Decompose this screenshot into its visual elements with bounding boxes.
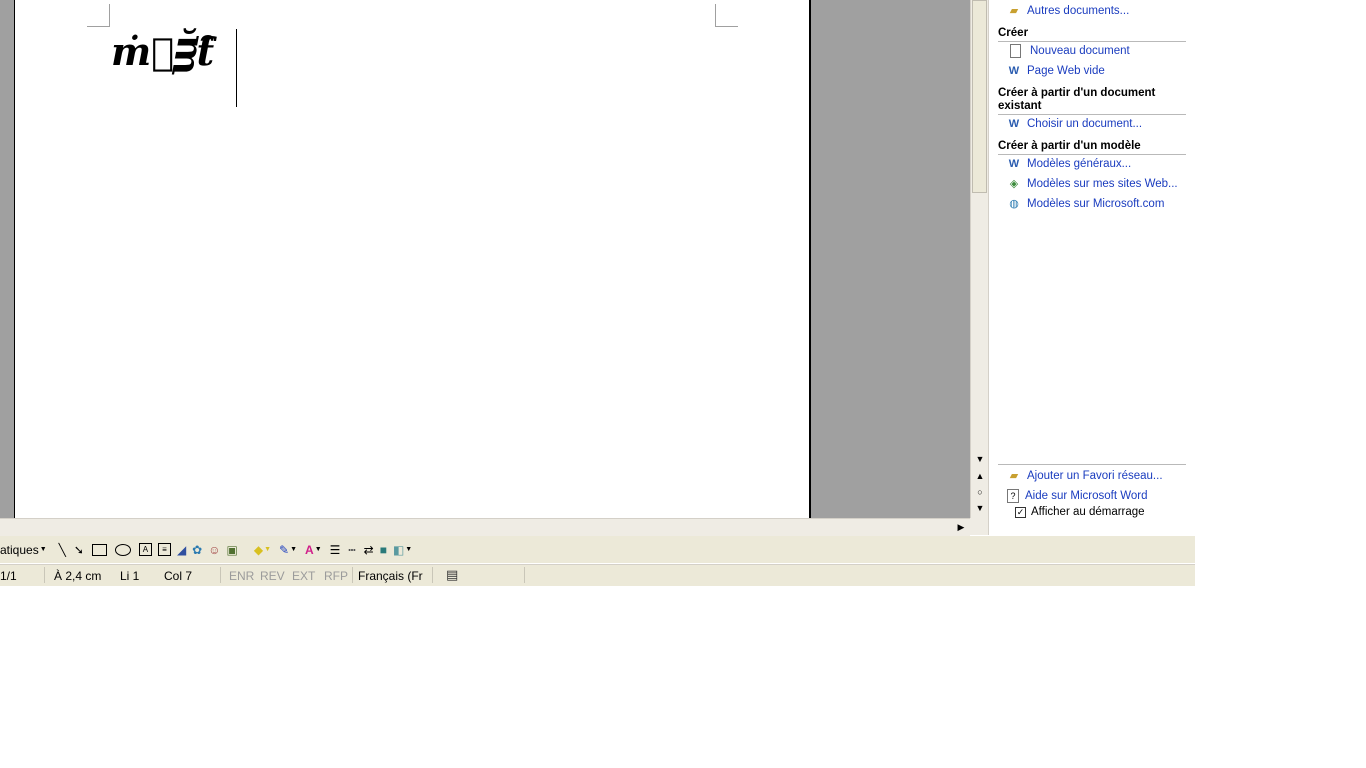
aide-word-link[interactable]: ? Aide sur Microsoft Word	[1007, 487, 1148, 505]
status-position: À 2,4 cm	[54, 569, 102, 583]
choisir-document-link[interactable]: W Choisir un document...	[1007, 115, 1142, 133]
rectangle-tool-icon[interactable]	[91, 540, 107, 560]
arrow-tool-icon[interactable]: ➘	[74, 540, 84, 560]
blank-document-icon	[1010, 44, 1021, 58]
crop-mark-left	[87, 4, 110, 27]
status-divider	[432, 567, 433, 583]
status-rev[interactable]: REV	[260, 569, 285, 583]
existing-document-icon: W	[1008, 118, 1020, 130]
status-bar: 1/1 À 2,4 cm Li 1 Col 7 ENR REV EXT RFP …	[0, 564, 1195, 586]
document-workspace: ṁ᪽ᴟ̆ƭ̑	[0, 0, 970, 518]
wordart-icon[interactable]: ◢	[177, 540, 186, 560]
modeles-generaux-link[interactable]: W Modèles généraux...	[1007, 155, 1131, 173]
section-creer-existant: Créer à partir d'un document existant	[998, 87, 1186, 115]
arrow-style-icon[interactable]: ⇄	[364, 540, 374, 560]
ellipse-tool-icon[interactable]	[114, 540, 131, 560]
status-rfp[interactable]: RFP	[324, 569, 348, 583]
horizontal-scrollbar[interactable]: ▶	[0, 518, 970, 536]
section-creer: Créer	[998, 27, 1186, 42]
scrollbar-corner	[970, 518, 988, 535]
web-template-icon: ◈	[1009, 178, 1019, 190]
line-style-icon[interactable]: ☰	[330, 540, 341, 560]
status-enr[interactable]: ENR	[229, 569, 254, 583]
status-divider	[220, 567, 221, 583]
text-box-tool-icon[interactable]: A	[138, 540, 152, 560]
section-creer-modele: Créer à partir d'un modèle	[998, 140, 1186, 155]
status-divider	[352, 567, 353, 583]
diagram-icon[interactable]: ✿	[192, 540, 202, 560]
toolbar-options-icon[interactable]: ▼	[405, 546, 412, 553]
status-ext[interactable]: EXT	[292, 569, 315, 583]
globe-icon: ◍	[1009, 198, 1019, 210]
clip-art-icon[interactable]: ☺	[208, 540, 220, 560]
autres-documents-link[interactable]: ▰ Autres documents...	[1007, 2, 1130, 20]
nouveau-document-link[interactable]: Nouveau document	[1007, 42, 1130, 60]
font-color-dropdown-icon[interactable]: ▼	[315, 546, 322, 553]
next-page-icon[interactable]: ▼	[972, 500, 988, 516]
3d-style-icon[interactable]: ◧ ▼	[393, 540, 412, 560]
scroll-down-arrow-icon[interactable]: ▼	[972, 451, 988, 467]
task-pane-separator	[998, 464, 1186, 465]
modeles-microsoft-link[interactable]: ◍ Modèles sur Microsoft.com	[1007, 195, 1164, 213]
status-divider	[44, 567, 45, 583]
afficher-demarrage-label: Afficher au démarrage	[1031, 506, 1145, 518]
page-web-vide-link[interactable]: W Page Web vide	[1007, 62, 1105, 80]
insert-picture-icon[interactable]: ▣	[227, 540, 238, 560]
previous-page-icon[interactable]: ▲	[972, 468, 988, 484]
line-tool-icon[interactable]: ╲	[59, 540, 66, 560]
network-folder-icon: ▰	[1009, 470, 1019, 482]
spelling-check-icon[interactable]: ▤	[446, 567, 458, 583]
task-pane: ▰ Autres documents... Créer Nouveau docu…	[988, 0, 1195, 535]
document-page[interactable]: ṁ᪽ᴟ̆ƭ̑	[14, 0, 811, 518]
status-column: Col 7	[164, 569, 193, 583]
open-folder-icon: ▰	[1009, 5, 1019, 17]
help-icon: ?	[1007, 489, 1019, 503]
vertical-scroll-thumb[interactable]	[972, 0, 987, 193]
fill-color-icon[interactable]: ◆ ▼	[254, 540, 271, 560]
ajouter-favori-reseau-link[interactable]: ▰ Ajouter un Favori réseau...	[1007, 467, 1163, 485]
fill-color-dropdown-icon[interactable]: ▼	[264, 546, 271, 553]
scroll-right-arrow-icon[interactable]: ▶	[954, 519, 968, 535]
font-color-icon[interactable]: A ▼	[305, 540, 322, 560]
web-page-icon: W	[1008, 65, 1020, 77]
modeles-sites-web-link[interactable]: ◈ Modèles sur mes sites Web...	[1007, 175, 1178, 193]
status-line: Li 1	[120, 569, 140, 583]
vertical-scrollbar[interactable]: ▼ ▲ ○ ▼	[970, 0, 989, 518]
text-caret	[236, 29, 237, 107]
dash-style-icon[interactable]: ┅	[348, 540, 355, 560]
afficher-demarrage-row: ✓ Afficher au démarrage	[1015, 506, 1145, 518]
template-icon: W	[1008, 158, 1020, 170]
shadow-style-icon[interactable]: ■	[380, 540, 387, 560]
browse-object-icon[interactable]: ○	[972, 484, 988, 500]
drawing-toolbar: atiques ▼ ╲ ➘ A ≡ ◢ ✿ ☺ ▣ ◆ ▼ ✎ ▼ A ▼ ☰ ┅ ⇄ …	[0, 536, 1195, 563]
vertical-text-box-icon[interactable]: ≡	[157, 540, 171, 560]
line-color-dropdown-icon[interactable]: ▼	[290, 546, 297, 553]
line-color-icon[interactable]: ✎ ▼	[279, 540, 297, 560]
afficher-demarrage-checkbox[interactable]: ✓	[1015, 506, 1026, 518]
dropdown-arrow-icon: ▼	[39, 546, 47, 553]
autoshapes-menu[interactable]: atiques ▼	[0, 540, 47, 560]
crop-mark-right	[715, 4, 738, 27]
document-text[interactable]: ṁ᪽ᴟ̆ƭ̑	[111, 30, 214, 74]
status-divider	[524, 567, 525, 583]
status-language[interactable]: Français (Fr	[358, 569, 423, 583]
status-page: 1/1	[0, 569, 17, 583]
